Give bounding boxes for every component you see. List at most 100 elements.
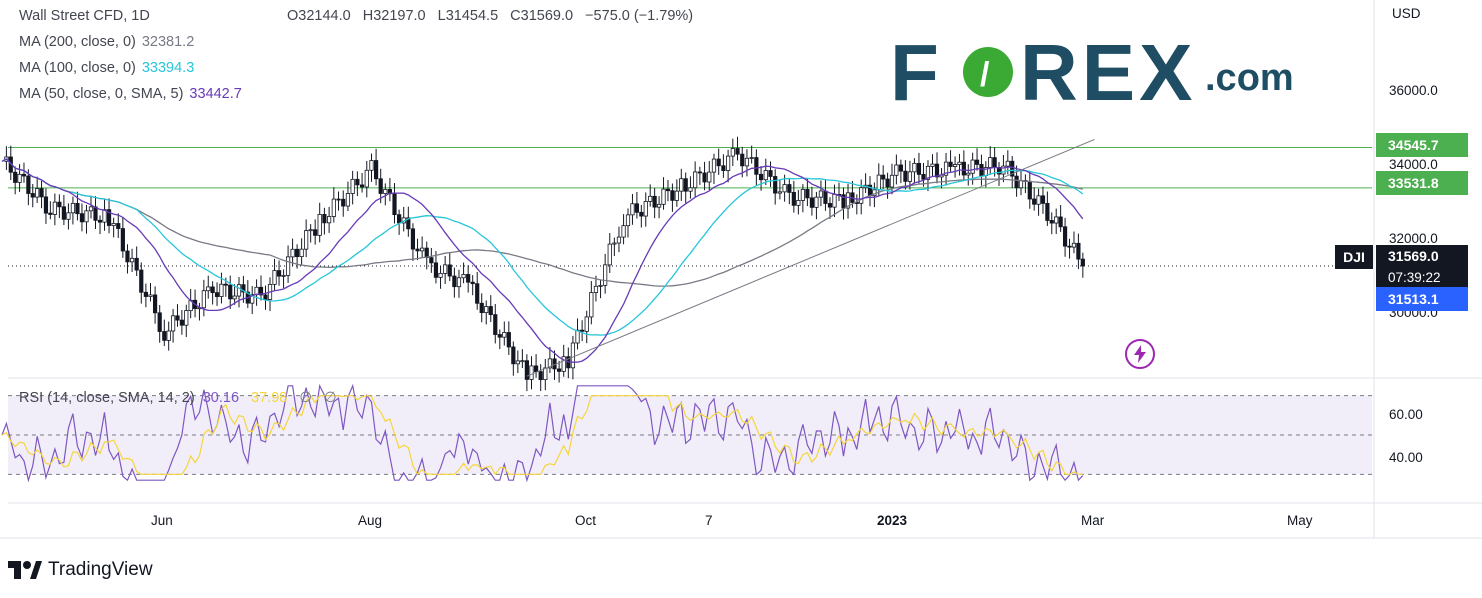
ma100-legend[interactable]: MA (100, close, 0) 33394.3 (19, 60, 194, 76)
candle-body (912, 163, 917, 173)
forex-logo: F / REX .com (890, 30, 1320, 110)
candle-body (707, 171, 712, 183)
candle-body (809, 197, 814, 208)
last-price-value: 31569.0 (1388, 248, 1439, 264)
time-tick: May (1287, 513, 1313, 528)
candle-body (758, 173, 764, 181)
candle-body (304, 230, 309, 250)
candle-body (299, 248, 304, 258)
candle-body (157, 312, 162, 332)
rsi-tick: 40.00 (1389, 450, 1423, 465)
bar-countdown: 07:39:22 (1388, 270, 1441, 285)
candle-body (111, 223, 116, 226)
candle-body (79, 213, 85, 223)
candle-body (120, 228, 125, 252)
high-value: H32197.0 (362, 8, 426, 24)
candle-body (1027, 180, 1032, 200)
candle-body (369, 160, 374, 171)
candle-body (1071, 242, 1077, 248)
candle-body (466, 274, 471, 283)
candle-body (373, 160, 379, 180)
rsi-tick: 60.00 (1389, 407, 1423, 422)
candle-body (885, 178, 890, 188)
candle-body (66, 212, 71, 220)
candle-body (827, 203, 833, 208)
candle-body (688, 187, 693, 192)
candle-body (452, 275, 457, 288)
candle-body (456, 277, 462, 288)
candle-body (276, 270, 282, 277)
candle-body (331, 198, 336, 217)
candle-body (179, 319, 184, 326)
candle-body (228, 284, 233, 300)
candle-body (773, 176, 778, 194)
candle-body (957, 161, 962, 165)
candle-body (988, 157, 993, 168)
candle-body (832, 193, 837, 208)
candle-body (744, 157, 750, 167)
svg-text:REX: REX (1020, 30, 1197, 110)
candle-body (152, 294, 158, 314)
candle-body (961, 161, 966, 176)
candle-body (1005, 160, 1010, 167)
flash-icon[interactable] (1125, 339, 1155, 369)
candle-body (162, 331, 167, 341)
candle-body (359, 184, 365, 188)
time-tick: Oct (575, 513, 597, 528)
candle-body (735, 148, 740, 155)
open-value: O32144.0 (287, 8, 351, 24)
ohlc-readout: O32144.0 H32197.0 L31454.5 C31569.0 −575… (287, 8, 701, 24)
candle-body (859, 187, 864, 204)
candle-body (670, 190, 675, 201)
price-tick: 32000.0 (1389, 231, 1438, 246)
candle-body (285, 256, 291, 276)
change-value: −575.0 (−1.79%) (585, 8, 694, 24)
candle-body (800, 189, 805, 201)
candle-body (529, 365, 534, 380)
symbol-badge: DJI (1335, 245, 1373, 269)
candle-body (88, 206, 94, 212)
tradingview-logo[interactable]: TradingView (8, 558, 153, 582)
candle-body (1045, 202, 1050, 221)
candle-body (782, 184, 787, 193)
candle-body (1054, 216, 1059, 224)
candle-body (711, 158, 717, 173)
candle-body (674, 190, 679, 201)
candle-body (898, 164, 903, 172)
candle-body (740, 153, 745, 167)
candle-body (726, 155, 731, 171)
candle-body (75, 202, 80, 215)
candle-body (818, 190, 824, 198)
forex-logo-mark: F / REX .com (890, 30, 1294, 110)
level-tag-31513: 31513.1 (1376, 287, 1468, 311)
candle-body (916, 163, 922, 175)
ma200-legend[interactable]: MA (200, close, 0) 32381.2 (19, 34, 194, 50)
candle-body (538, 371, 543, 381)
candle-body (345, 193, 351, 207)
candle-body (796, 200, 801, 206)
candle-body (630, 203, 635, 216)
time-tick: 2023 (877, 513, 908, 528)
rsi-legend[interactable]: RSI (14, close, SMA, 14, 2) 30.16 37.98 … (19, 390, 337, 406)
candle-body (433, 262, 439, 278)
trend-line (526, 138, 1095, 377)
candle-body (488, 306, 493, 316)
candle-body (26, 175, 31, 194)
candle-body (697, 171, 702, 174)
candle-body (665, 188, 671, 192)
candle-body (429, 257, 434, 264)
chart-root: Wall Street CFD, 1D O32144.0 H32197.0 L3… (0, 0, 1482, 598)
candle-body (930, 163, 935, 167)
candle-body (134, 257, 139, 271)
candle-body (143, 291, 148, 297)
candle-body (907, 171, 913, 182)
candle-body (232, 295, 237, 300)
candle-body (97, 219, 103, 223)
candle-body (603, 264, 608, 286)
level-tag-33531: 33531.8 (1376, 171, 1468, 195)
candle-body (392, 193, 397, 216)
candle-body (1018, 180, 1024, 189)
ma50-legend[interactable]: MA (50, close, 0, SMA, 5) 33442.7 (19, 86, 242, 102)
candle-body (625, 214, 631, 227)
candle-body (749, 157, 754, 159)
